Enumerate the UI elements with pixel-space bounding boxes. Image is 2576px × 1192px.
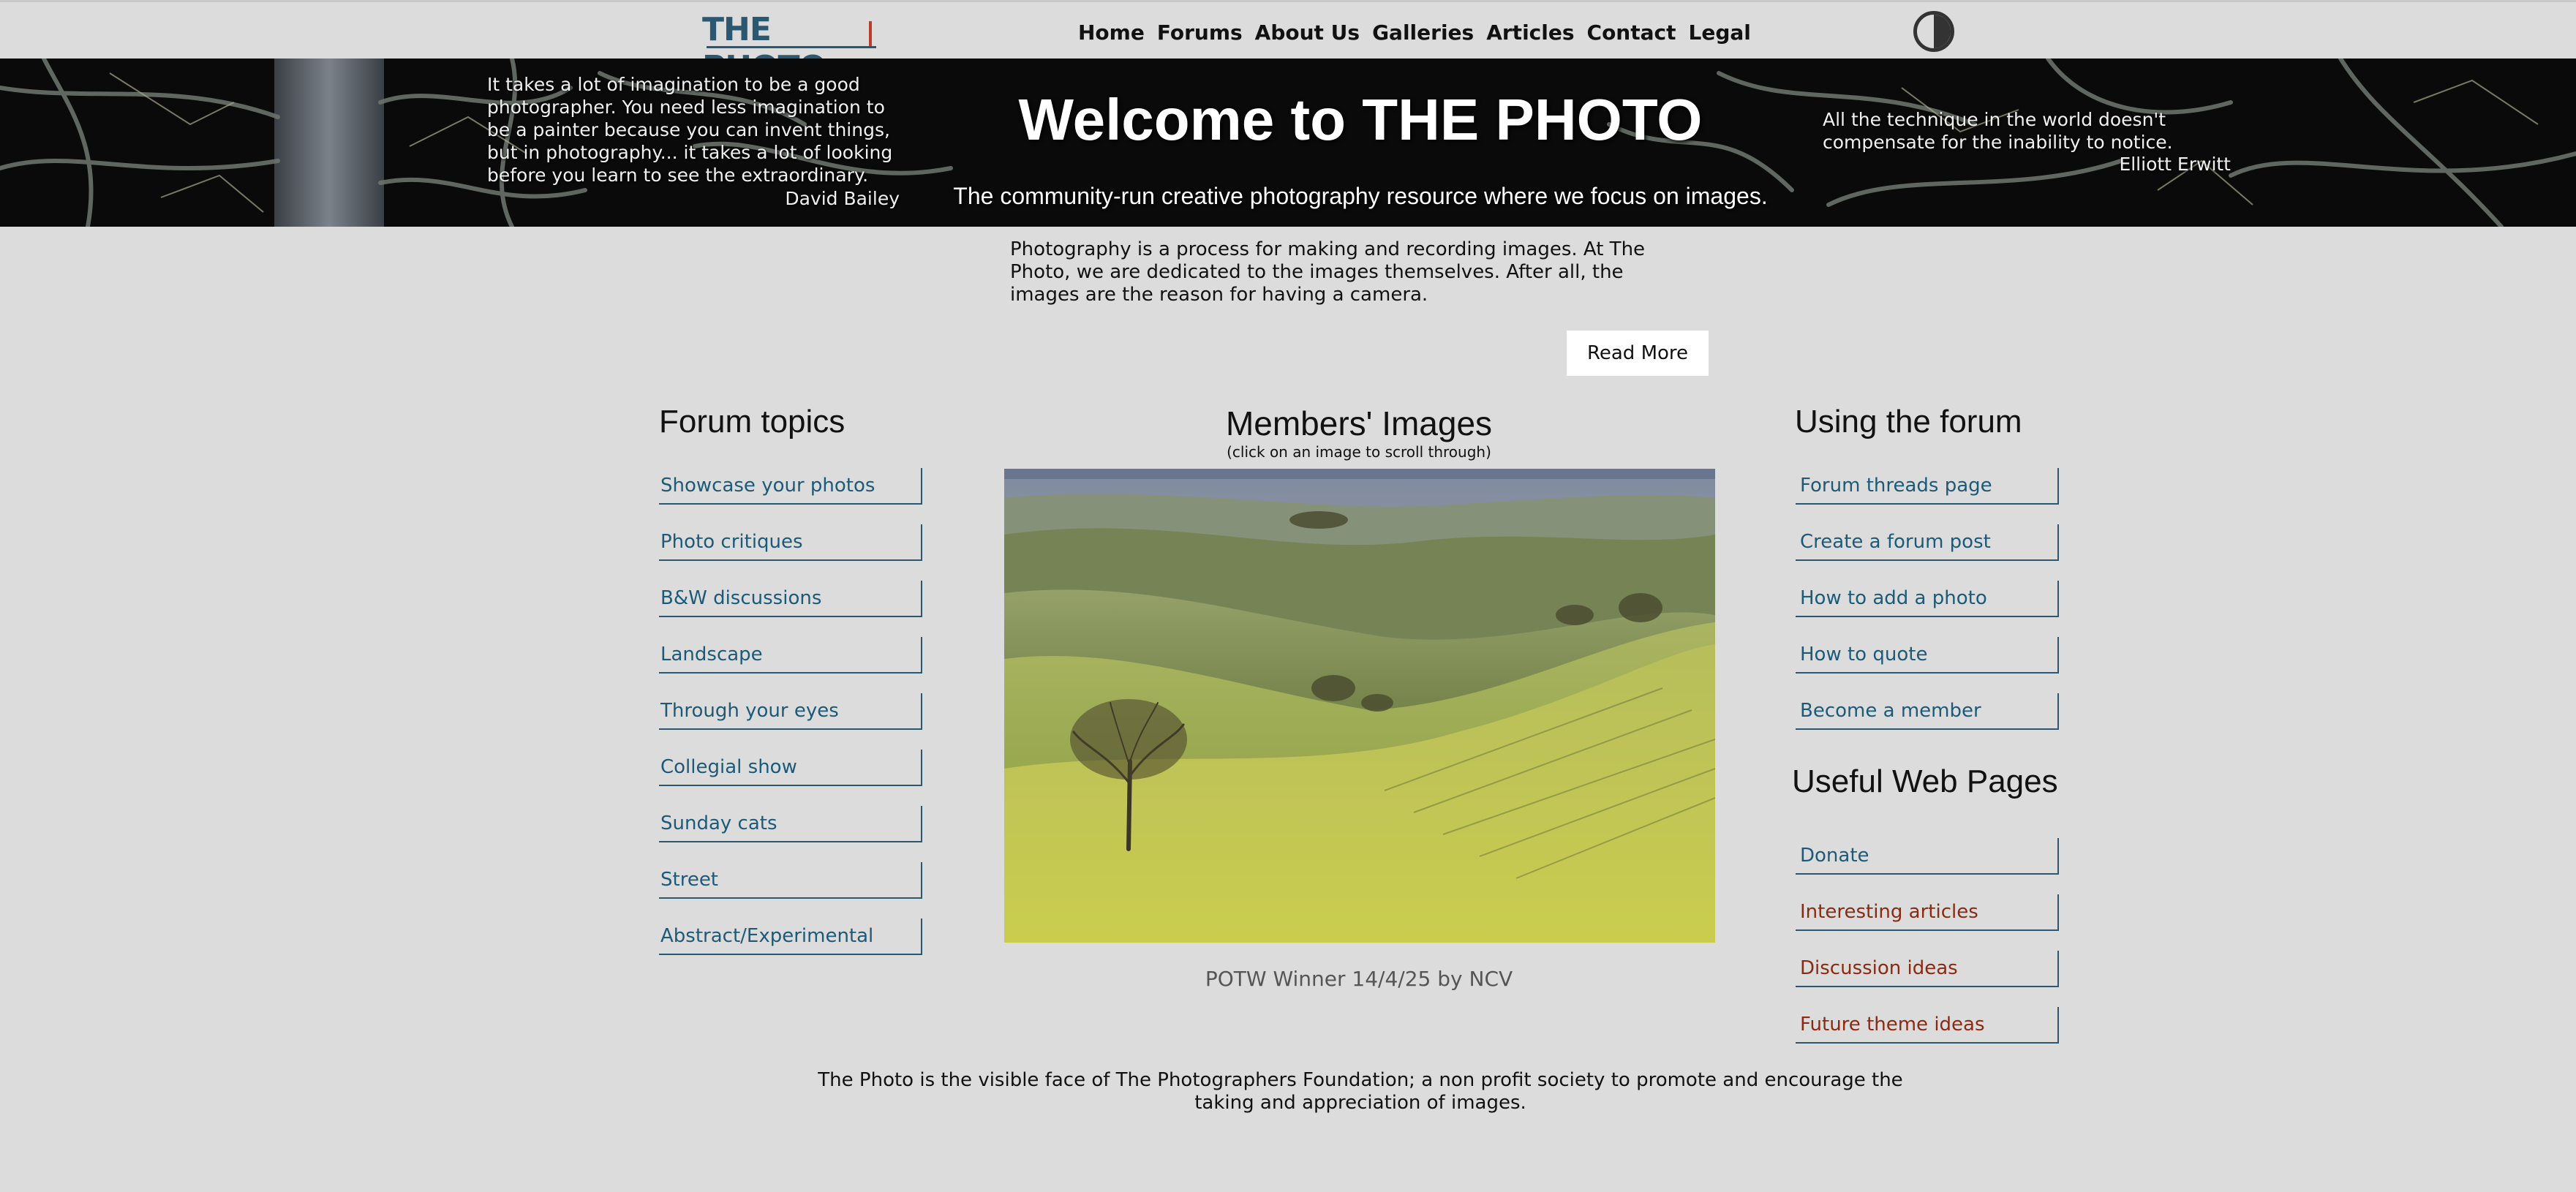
link-become-member[interactable]: Become a member — [1796, 693, 2059, 730]
main-nav: Home Forums About Us Galleries Articles … — [1078, 18, 1751, 48]
nav-legal[interactable]: Legal — [1689, 18, 1751, 48]
forum-topic-street[interactable]: Street — [659, 862, 922, 899]
image-caption: POTW Winner 14/4/25 by NCV — [1205, 967, 1513, 991]
forum-topic-abstract[interactable]: Abstract/Experimental — [659, 918, 922, 955]
using-forum-heading: Using the forum — [1795, 404, 2022, 440]
nav-articles[interactable]: Articles — [1486, 18, 1574, 48]
forum-topic-bw[interactable]: B&W discussions — [659, 581, 922, 617]
forum-topic-sunday-cats[interactable]: Sunday cats — [659, 806, 922, 842]
read-more-button[interactable]: Read More — [1567, 331, 1709, 376]
forum-topics-heading: Forum topics — [659, 404, 846, 440]
quote-right: All the technique in the world doesn't c… — [1823, 109, 2173, 153]
forum-topic-showcase[interactable]: Showcase your photos — [659, 468, 922, 505]
intro-text: Photography is a process for making and … — [1010, 238, 1646, 306]
link-forum-threads[interactable]: Forum threads page — [1796, 468, 2059, 505]
forum-topic-critiques[interactable]: Photo critiques — [659, 524, 922, 561]
link-discussion-ideas[interactable]: Discussion ideas — [1796, 951, 2059, 987]
site-logo[interactable]: THE PHOTO — [702, 11, 878, 86]
members-images-title: Members' Images — [1225, 404, 1493, 442]
link-interesting-articles[interactable]: Interesting articles — [1796, 894, 2059, 931]
nav-home[interactable]: Home — [1078, 18, 1145, 48]
forum-topic-landscape[interactable]: Landscape — [659, 637, 922, 674]
nav-contact[interactable]: Contact — [1587, 18, 1676, 48]
hero-subtitle: The community-run creative photography r… — [953, 183, 1768, 209]
forum-topic-collegial-show[interactable]: Collegial show — [659, 750, 922, 786]
link-donate[interactable]: Donate — [1796, 838, 2059, 875]
link-add-photo[interactable]: How to add a photo — [1796, 581, 2059, 617]
nav-galleries[interactable]: Galleries — [1372, 18, 1474, 48]
link-create-post[interactable]: Create a forum post — [1796, 524, 2059, 561]
hero-title: Welcome to THE PHOTO — [1018, 87, 1703, 152]
nav-forums[interactable]: Forums — [1157, 18, 1243, 48]
footer-text: The Photo is the visible face of The Pho… — [818, 1069, 1903, 1114]
top-navigation-bar: THE PHOTO Home Forums About Us Galleries… — [0, 0, 2576, 86]
landscape-photo — [1004, 469, 1715, 943]
quote-right-author: Elliott Erwitt — [2119, 154, 2231, 175]
contrast-icon[interactable] — [1913, 11, 1954, 52]
quote-left: It takes a lot of imagination to be a go… — [487, 74, 893, 186]
contrast-icon-fill — [1934, 15, 1951, 48]
link-how-to-quote[interactable]: How to quote — [1796, 637, 2059, 674]
hero-banner: It takes a lot of imagination to be a go… — [0, 59, 2576, 227]
link-future-theme-ideas[interactable]: Future theme ideas — [1796, 1007, 2059, 1044]
forum-topic-through-your-eyes[interactable]: Through your eyes — [659, 693, 922, 730]
members-images-subtitle: (click on an image to scroll through) — [1227, 443, 1491, 461]
members-image-carousel[interactable] — [1004, 469, 1715, 943]
logo-underline — [707, 46, 876, 48]
useful-pages-heading: Useful Web Pages — [1792, 763, 2058, 799]
logo-accent — [869, 21, 872, 46]
nav-about-us[interactable]: About Us — [1255, 18, 1360, 48]
